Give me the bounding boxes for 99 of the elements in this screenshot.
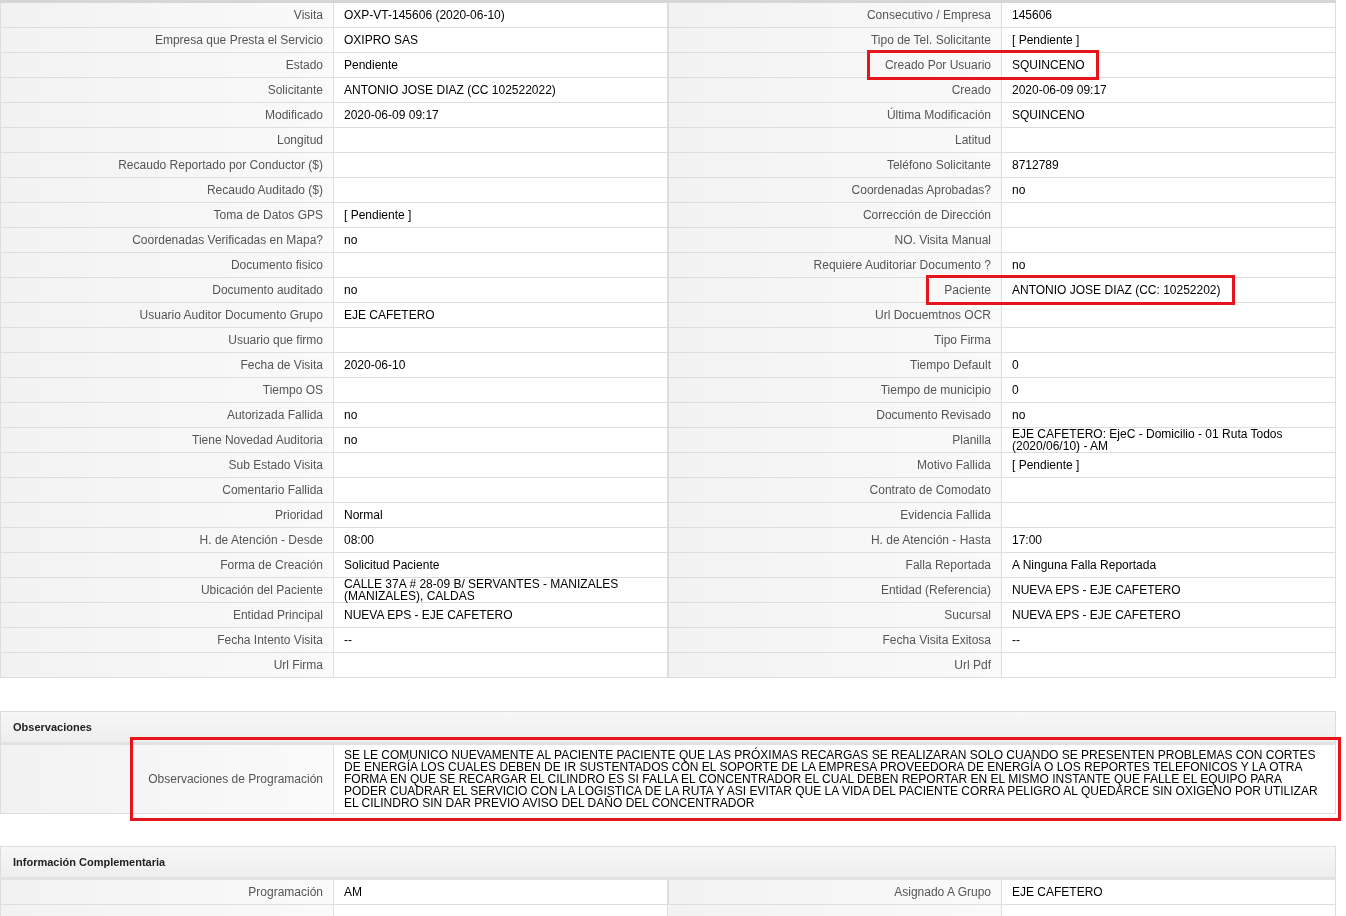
field-label: Visita xyxy=(293,8,323,22)
field-value: Normal xyxy=(344,509,383,521)
field-label: Prioridad xyxy=(274,508,323,522)
field-value: SQUINCENO xyxy=(1012,59,1085,71)
field-label: Motivo Fallida xyxy=(916,458,991,472)
field-value: 08:00 xyxy=(344,534,375,546)
field-label: Fecha Visita Exitosa xyxy=(882,633,991,647)
field-value: EJE CAFETERO xyxy=(344,309,435,321)
field-value: no xyxy=(344,234,358,246)
field-value: OXP-VT-145606 (2020-06-10) xyxy=(344,9,505,21)
field-label: Comentario Fallida xyxy=(222,483,323,497)
field-label: Url Docuemtnos OCR xyxy=(874,308,991,322)
field-label: Planilla xyxy=(952,433,991,447)
field-label: Recaudo Reportado por Conductor ($) xyxy=(118,158,323,172)
field-label: Url Firma xyxy=(273,658,323,672)
field-label: Coordenadas Aprobadas? xyxy=(851,183,991,197)
field-label: Recaudo Auditado ($) xyxy=(206,183,323,197)
field-label: H. de Atención - Desde xyxy=(199,533,323,547)
field-value: Solicitud Paciente xyxy=(344,559,440,571)
field-label: Falla Reportada xyxy=(905,558,991,572)
field-label: Latitud xyxy=(954,133,991,147)
field-label: Estado xyxy=(285,58,323,72)
field-value: A Ninguna Falla Reportada xyxy=(1012,559,1157,571)
field-value: no xyxy=(344,284,358,296)
field-label: Fecha de Visita xyxy=(240,358,323,372)
field-label: Creado Por Usuario xyxy=(884,58,991,72)
field-value: no xyxy=(1012,259,1026,271)
field-label: Paciente xyxy=(944,283,991,297)
field-label: Evidencia Fallida xyxy=(900,508,991,522)
field-value: no xyxy=(344,434,358,446)
field-value: 2020-06-09 09:17 xyxy=(1012,84,1107,96)
field-value: 8712789 xyxy=(1012,159,1059,171)
field-label: Usuario Auditor Documento Grupo xyxy=(139,308,323,322)
field-label: Consecutivo / Empresa xyxy=(866,8,991,22)
field-label: Última Modificación xyxy=(886,108,991,122)
field-label: Tiempo OS xyxy=(262,383,323,397)
field-value: -- xyxy=(1012,634,1020,646)
field-value: EJE CAFETERO: EjeC - Domicilio - 01 Ruta Todos (2020/06/10) - AM xyxy=(1012,428,1284,452)
field-value: 145606 xyxy=(1012,9,1053,21)
field-label: Sub Estado Visita xyxy=(228,458,323,472)
field-label: Documento auditado xyxy=(212,283,323,297)
field-label: Modificado xyxy=(264,108,323,122)
field-label: Autorizada Fallida xyxy=(226,408,323,422)
field-label: Asignado A Grupo xyxy=(894,885,991,899)
field-label: Entidad (Referencia) xyxy=(880,583,991,597)
field-label: Documento fisico xyxy=(230,258,323,272)
field-value: 0 xyxy=(1012,359,1019,371)
field-label: Teléfono Solicitante xyxy=(886,158,991,172)
field-value: no xyxy=(1012,409,1026,421)
field-label: Solicitante xyxy=(267,83,323,97)
field-label: Empresa que Presta el Servicio xyxy=(154,33,323,47)
field-value: no xyxy=(1012,184,1026,196)
field-label: Tiene Novedad Auditoria xyxy=(192,433,323,447)
field-value: [ Pendiente ] xyxy=(1012,459,1080,471)
field-value: [ Pendiente ] xyxy=(344,209,412,221)
field-label: Programación xyxy=(248,885,323,899)
field-label: Ubicación del Paciente xyxy=(200,583,323,597)
field-label: Corrección de Dirección xyxy=(862,208,991,222)
field-label: Documento Revisado xyxy=(876,408,991,422)
field-label: Observaciones de Programación xyxy=(148,772,323,786)
field-label: Toma de Datos GPS xyxy=(213,208,323,222)
field-value: 2020-06-10 xyxy=(344,359,406,371)
field-value: NUEVA EPS - EJE CAFETERO xyxy=(344,609,513,621)
field-label: Tiempo de municipio xyxy=(880,383,991,397)
field-value: no xyxy=(344,409,358,421)
field-label: Sucursal xyxy=(944,608,991,622)
field-value: 2020-06-09 09:17 xyxy=(344,109,439,121)
field-value: SQUINCENO xyxy=(1012,109,1085,121)
field-label: Forma de Creación xyxy=(220,558,323,572)
field-label: Contrato de Comodato xyxy=(869,483,991,497)
field-value: 17:00 xyxy=(1012,534,1043,546)
field-value: NUEVA EPS - EJE CAFETERO xyxy=(1012,609,1181,621)
field-label: Longitud xyxy=(276,133,323,147)
field-value: Pendiente xyxy=(344,59,399,71)
field-label: NO. Visita Manual xyxy=(894,233,991,247)
field-value: [ Pendiente ] xyxy=(1012,34,1080,46)
field-label: Url Pdf xyxy=(954,658,991,672)
field-value: EJE CAFETERO xyxy=(1012,886,1103,898)
section-title: Observaciones xyxy=(13,719,92,735)
field-label: Tipo de Tel. Solicitante xyxy=(870,33,991,47)
field-value: -- xyxy=(344,634,352,646)
field-label: Tipo Firma xyxy=(934,333,991,347)
field-value: ANTONIO JOSE DIAZ (CC: 10252202) xyxy=(1012,284,1221,296)
field-value: SE LE COMUNICO NUEVAMENTE AL PACIENTE PACIENTE QUE LAS PRÓXIMAS RECARGAS SE REALIZARAN SOLO CUANDO SE PRESENTEN PROBLEMAS CON CORTES DE ENERGÍA LOS CUALES DEBEN DE IR SUSTENTADOS CON EL SOPORTE DE LA EMPRESA PROVEEDORA DE ENERGÍA O LOS REPORTES TELEFONICOS Y LA OTRA FORMA EN QUE SE RECARGAR EL CILINDRO ES SI FALLA EL CONCENTRADOR EL CUAL DEBEN REPORTAR EN EL MISMO INSTANTE QUE FALLE EL EQUIPO PARA PODER CUADRAR EL SERVICIO CON LA LOGISTICA DE LA RUTA Y ASI EVITAR QUE LA VIDA DEL PACIENTE CORRA PELIGRO AL QUEDARCE SIN OXIGENO POR UTILIZAR EL CILINDRO SIN DAR PREVIO AVISO DEL DAÑO DEL CONCENTRADOR xyxy=(344,746,1319,812)
field-label: Tiempo Default xyxy=(910,358,991,372)
field-label: Fecha Intento Visita xyxy=(217,633,323,647)
field-value: CALLE 37A # 28-09 B/ SERVANTES - MANIZALES (MANIZALES), CALDAS xyxy=(344,578,620,602)
field-label: H. de Atención - Hasta xyxy=(870,533,991,547)
field-label: Requiere Auditoriar Documento ? xyxy=(813,258,991,272)
field-label: Entidad Principal xyxy=(232,608,323,622)
section-title: Información Complementaria xyxy=(13,854,166,870)
field-value: NUEVA EPS - EJE CAFETERO xyxy=(1012,584,1181,596)
field-value: 0 xyxy=(1012,384,1019,396)
field-label: Usuario que firmo xyxy=(228,333,323,347)
field-value: ANTONIO JOSE DIAZ (CC 102522022) xyxy=(344,84,556,96)
field-value: AM xyxy=(344,886,362,898)
field-label: Creado xyxy=(951,83,991,97)
field-value: OXIPRO SAS xyxy=(344,34,419,46)
field-label: Coordenadas Verificadas en Mapa? xyxy=(132,233,323,247)
